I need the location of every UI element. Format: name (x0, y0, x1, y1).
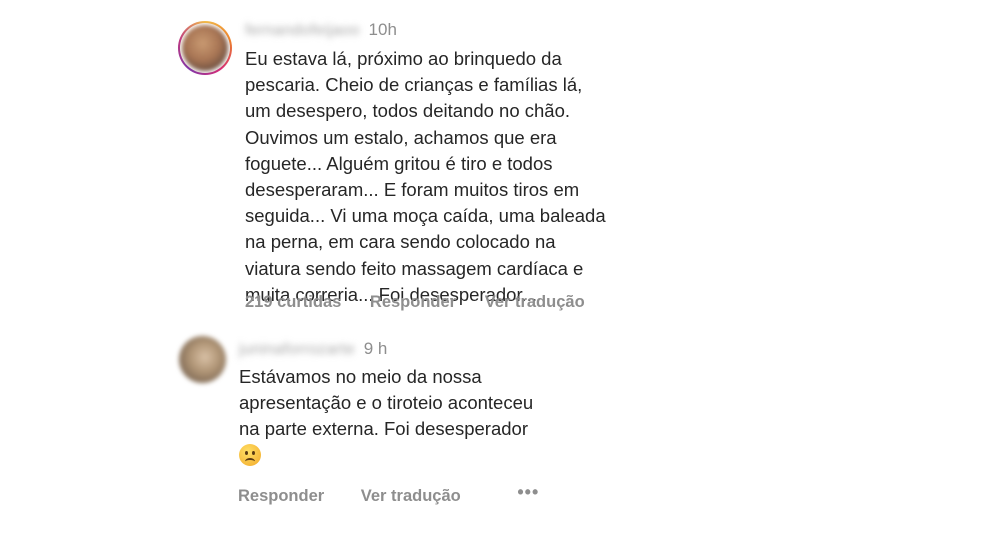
reply-button[interactable]: Responder (370, 293, 456, 312)
comment-header: fernandofeijaoo 10h (245, 20, 397, 40)
sad-face-emoji (239, 444, 261, 466)
comment-header: juninaforrozarte 9 h (239, 339, 387, 359)
timestamp: 9 h (363, 339, 388, 358)
reply-button[interactable]: Responder (238, 487, 324, 506)
comment-actions: 219 curtidas Responder Ver tradução (245, 293, 585, 312)
timestamp: 10h (368, 20, 397, 39)
emoji-mouth (245, 458, 255, 465)
see-translation-button[interactable]: Ver tradução (485, 293, 585, 312)
likes-count[interactable]: 219 curtidas (245, 293, 341, 312)
emoji-eye (245, 451, 248, 455)
user-avatar-icon[interactable] (182, 25, 228, 71)
emoji-eye (252, 451, 255, 455)
more-options-icon[interactable]: ••• (517, 482, 539, 503)
comment-text: Estávamos no meio da nossa apresentação … (239, 366, 534, 439)
user-avatar-icon[interactable] (179, 336, 226, 383)
comment-actions: Responder Ver tradução ••• (238, 482, 539, 506)
comment-text: Eu estava lá, próximo ao brinquedo da pe… (245, 48, 606, 305)
see-translation-button[interactable]: Ver tradução (361, 487, 461, 506)
username[interactable]: juninaforrozarte (239, 341, 355, 359)
username[interactable]: fernandofeijaoo (245, 22, 360, 40)
